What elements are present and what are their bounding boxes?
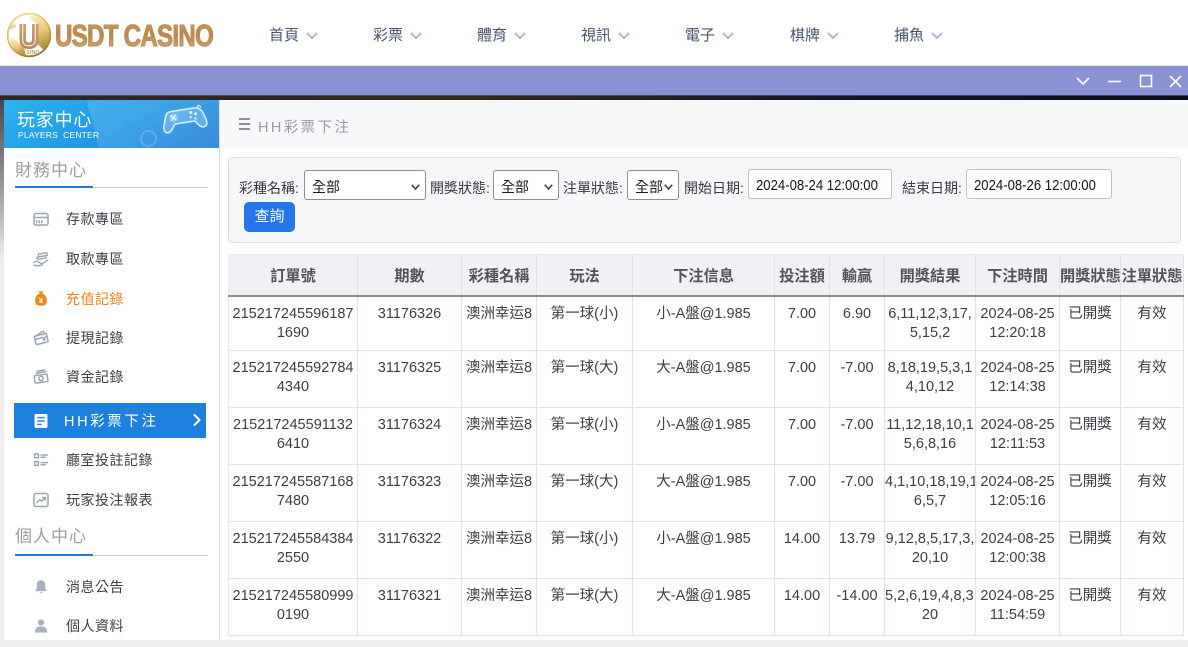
- svg-text:CASINO: CASINO: [18, 50, 39, 56]
